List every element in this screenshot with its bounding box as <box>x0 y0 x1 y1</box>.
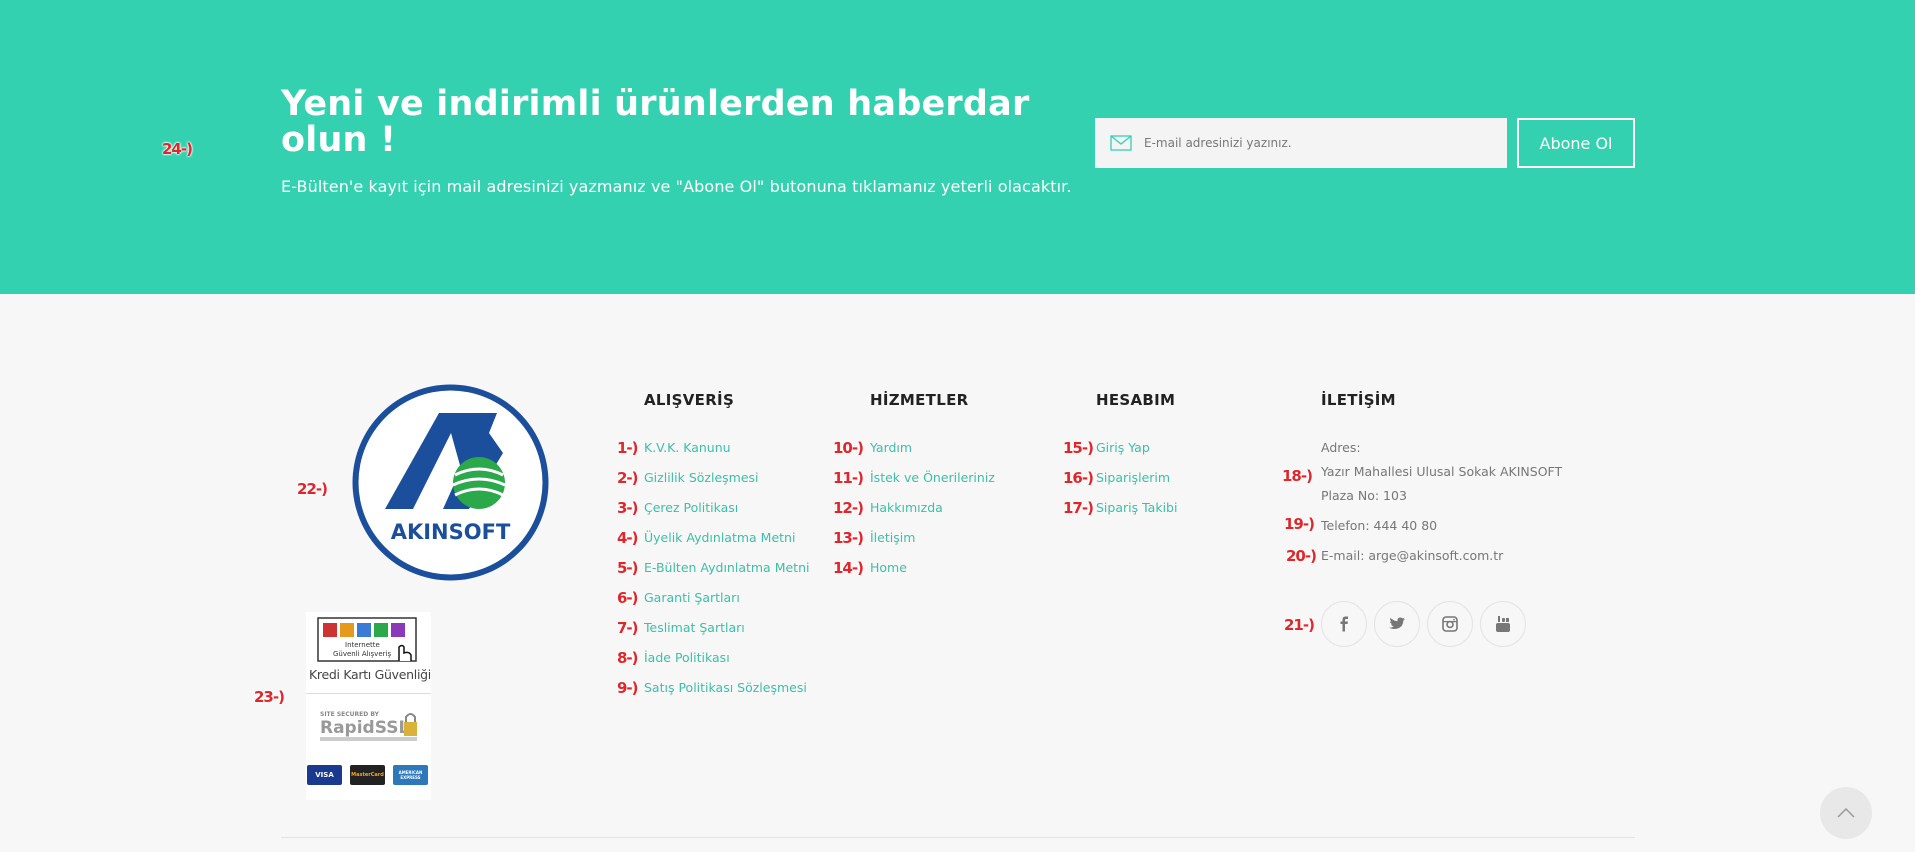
email-input[interactable] <box>1144 136 1484 150</box>
link-hakkimizda[interactable]: Hakkımızda <box>870 500 943 515</box>
link-iade-politikasi[interactable]: İade Politikası <box>644 650 730 665</box>
annotation-marker: 23-) <box>254 688 285 706</box>
guvenli-alisveris-badge[interactable]: Internette Güvenli Alışveriş <box>317 617 417 662</box>
newsletter-description: E-Bülten'e kayıt için mail adresinizi ya… <box>281 177 1072 196</box>
newsletter-section: Yeni ve indirimli ürünlerden haberdar ol… <box>0 0 1915 294</box>
security-badges: Internette Güvenli Alışveriş Kredi Kartı… <box>306 612 431 800</box>
annotation-marker: 5-) <box>617 559 639 577</box>
subscribe-button[interactable]: Abone Ol <box>1517 118 1635 168</box>
link-siparis-takibi[interactable]: Sipariş Takibi <box>1096 500 1177 515</box>
rapidssl-badge[interactable]: SITE SECURED BY RapidSSL <box>318 708 420 744</box>
alisveris-heading: ALIŞVERİŞ <box>644 391 735 409</box>
chevron-up-icon <box>1837 807 1855 818</box>
svg-text:SITE SECURED BY: SITE SECURED BY <box>320 711 380 718</box>
annotation-marker: 14-) <box>833 559 864 577</box>
envelope-icon <box>1110 135 1132 151</box>
annotation-marker: 13-) <box>833 529 864 547</box>
link-istek-oneriler[interactable]: İstek ve Önerileriniz <box>870 470 995 485</box>
svg-text:Güvenli Alışveriş: Güvenli Alışveriş <box>333 650 391 658</box>
link-giris-yap[interactable]: Giriş Yap <box>1096 440 1150 455</box>
annotation-marker: 10-) <box>833 439 864 457</box>
newsletter-title: Yeni ve indirimli ürünlerden haberdar ol… <box>281 84 1030 160</box>
link-cerez-politikasi[interactable]: Çerez Politikası <box>644 500 738 515</box>
youtube-icon[interactable] <box>1480 601 1526 647</box>
annotation-marker: 20-) <box>1286 547 1317 565</box>
annotation-marker: 4-) <box>617 529 639 547</box>
annotation-marker: 24-) <box>162 140 193 158</box>
instagram-icon[interactable] <box>1427 601 1473 647</box>
visa-icon: VISA <box>307 765 342 785</box>
link-uyelik-aydinlatma[interactable]: Üyelik Aydınlatma Metni <box>644 530 795 545</box>
svg-text:RapidSSL: RapidSSL <box>320 718 409 738</box>
hesabim-heading: HESABIM <box>1096 391 1176 409</box>
email-text: E-mail: arge@akinsoft.com.tr <box>1321 548 1504 563</box>
annotation-marker: 17-) <box>1063 499 1094 517</box>
badge-divider <box>306 693 431 694</box>
link-home[interactable]: Home <box>870 560 907 575</box>
link-siparislerim[interactable]: Siparişlerim <box>1096 470 1170 485</box>
annotation-marker: 11-) <box>833 469 864 487</box>
annotation-marker: 3-) <box>617 499 639 517</box>
social-links <box>1321 601 1526 647</box>
annotation-marker: 19-) <box>1284 515 1315 533</box>
scroll-to-top-button[interactable] <box>1820 787 1872 839</box>
link-teslimat-sartlari[interactable]: Teslimat Şartları <box>644 620 745 635</box>
address-label: Adres: <box>1321 440 1361 455</box>
address-text: Yazır Mahallesi Ulusal Sokak AKINSOFT Pl… <box>1321 464 1563 503</box>
kredi-karti-label: Kredi Kartı Güvenliği <box>309 667 431 682</box>
payment-cards: VISA MasterCard AMERICAN EXPRESS <box>307 765 431 787</box>
iletisim-heading: İLETİŞİM <box>1321 391 1396 409</box>
annotation-marker: 21-) <box>1284 616 1315 634</box>
facebook-icon[interactable] <box>1321 601 1367 647</box>
annotation-marker: 9-) <box>617 679 639 697</box>
mastercard-icon: MasterCard <box>350 765 385 785</box>
link-kvk-kanunu[interactable]: K.V.K. Kanunu <box>644 440 731 455</box>
annotation-marker: 22-) <box>297 480 328 498</box>
link-gizlilik-sozlesmesi[interactable]: Gizlilik Sözleşmesi <box>644 470 759 485</box>
twitter-icon[interactable] <box>1374 601 1420 647</box>
annotation-marker: 15-) <box>1063 439 1094 457</box>
link-yardim[interactable]: Yardım <box>870 440 912 455</box>
footer-divider <box>281 837 1635 838</box>
annotation-marker: 6-) <box>617 589 639 607</box>
annotation-marker: 16-) <box>1063 469 1094 487</box>
link-garanti-sartlari[interactable]: Garanti Şartları <box>644 590 740 605</box>
link-satis-politikasi[interactable]: Satış Politikası Sözleşmesi <box>644 680 807 695</box>
akinsoft-logo[interactable]: AKINSOFT <box>351 383 550 582</box>
phone-text: Telefon: 444 40 80 <box>1321 518 1438 533</box>
annotation-marker: 1-) <box>617 439 639 457</box>
annotation-marker: 18-) <box>1282 467 1313 485</box>
amex-icon: AMERICAN EXPRESS <box>393 765 428 785</box>
link-iletisim[interactable]: İletişim <box>870 530 915 545</box>
hizmetler-heading: HİZMETLER <box>870 391 969 409</box>
svg-text:Internette: Internette <box>345 641 380 649</box>
annotation-marker: 7-) <box>617 619 639 637</box>
email-field-wrapper <box>1095 118 1507 168</box>
annotation-marker: 8-) <box>617 649 639 667</box>
link-ebulten-aydinlatma[interactable]: E-Bülten Aydınlatma Metni <box>644 560 809 575</box>
annotation-marker: 2-) <box>617 469 639 487</box>
annotation-marker: 12-) <box>833 499 864 517</box>
logo-text: AKINSOFT <box>391 520 511 544</box>
